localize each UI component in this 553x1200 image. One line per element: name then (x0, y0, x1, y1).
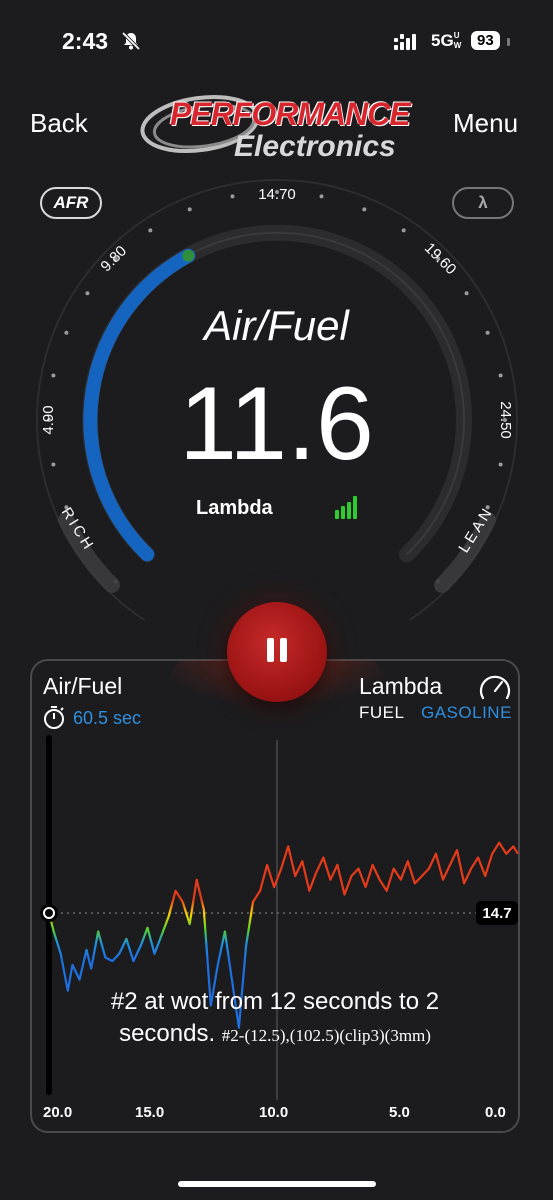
gauge-dot (401, 228, 406, 233)
home-indicator[interactable] (178, 1181, 376, 1187)
logo-line2: Electronics (234, 130, 396, 163)
annotation-line2-main: seconds. (119, 1020, 216, 1047)
reference-value-badge: 14.7 (476, 901, 518, 925)
gauge-dot (464, 291, 469, 296)
gauge-dot (319, 194, 324, 199)
network-superscript: UW (453, 31, 462, 50)
stopwatch-icon (44, 706, 64, 729)
performance-electronics-logo: PERFORMANCE Electronics (140, 86, 412, 166)
tick-label-9-80: 9.80 (97, 242, 130, 275)
timer-value: 60.5 sec (73, 708, 142, 728)
x-label-5: 5.0 (389, 1104, 410, 1121)
gauge-dot (362, 207, 367, 212)
annotation-line2: seconds. #2-(12.5),(102.5)(clip3)(3mm) (30, 1018, 520, 1052)
gauge-value: 11.6 (179, 366, 374, 482)
gauge-title: Air/Fuel (204, 302, 349, 349)
panel-lambda-label: Lambda (359, 673, 443, 699)
gauge-dot (148, 228, 153, 233)
gauge-value-marker (182, 249, 195, 262)
sensor-signal-icon (335, 496, 357, 519)
now-marker (40, 904, 58, 922)
network-label: 5GUW (431, 31, 464, 51)
bell-muted-icon (121, 31, 141, 51)
x-label-0: 0.0 (485, 1104, 506, 1121)
battery-indicator: 93 (471, 31, 500, 50)
gauge-dot (187, 207, 192, 212)
annotation-text: #2 at wot from 12 seconds to 2 seconds. … (30, 986, 520, 1052)
reference-value-label: 14.7 (482, 905, 511, 922)
x-label-15: 15.0 (135, 1104, 165, 1121)
fuel-type-value[interactable]: GASOLINE (421, 703, 512, 723)
x-label-20: 20.0 (43, 1104, 73, 1121)
annotation-line1: #2 at wot from 12 seconds to 2 (110, 988, 440, 1015)
panel-title: Air/Fuel (43, 673, 123, 699)
logo-line1: PERFORMANCE (170, 96, 411, 132)
battery-cap (507, 38, 510, 46)
gauge-dot (230, 194, 235, 199)
status-bar: 2:43 5GUW 93 (0, 0, 553, 80)
status-time: 2:43 (62, 28, 109, 54)
back-button[interactable]: Back (30, 108, 88, 139)
annotation-small: #2-(12.5),(102.5)(clip3)(3mm) (221, 1026, 431, 1045)
cellular-signal-icon (394, 34, 416, 50)
now-marker-outer (40, 904, 58, 922)
pause-bar-right (280, 638, 287, 662)
gauge-icon[interactable] (478, 672, 512, 704)
fuel-label: FUEL (359, 703, 405, 722)
gauge-dot (85, 291, 90, 296)
pause-bar-left (267, 638, 274, 662)
menu-button[interactable]: Menu (453, 108, 518, 139)
x-label-10: 10.0 (259, 1104, 289, 1121)
lambda-label: Lambda (196, 497, 273, 519)
tick-label-14-70: 14.70 (258, 186, 296, 203)
pause-button[interactable] (227, 602, 327, 702)
